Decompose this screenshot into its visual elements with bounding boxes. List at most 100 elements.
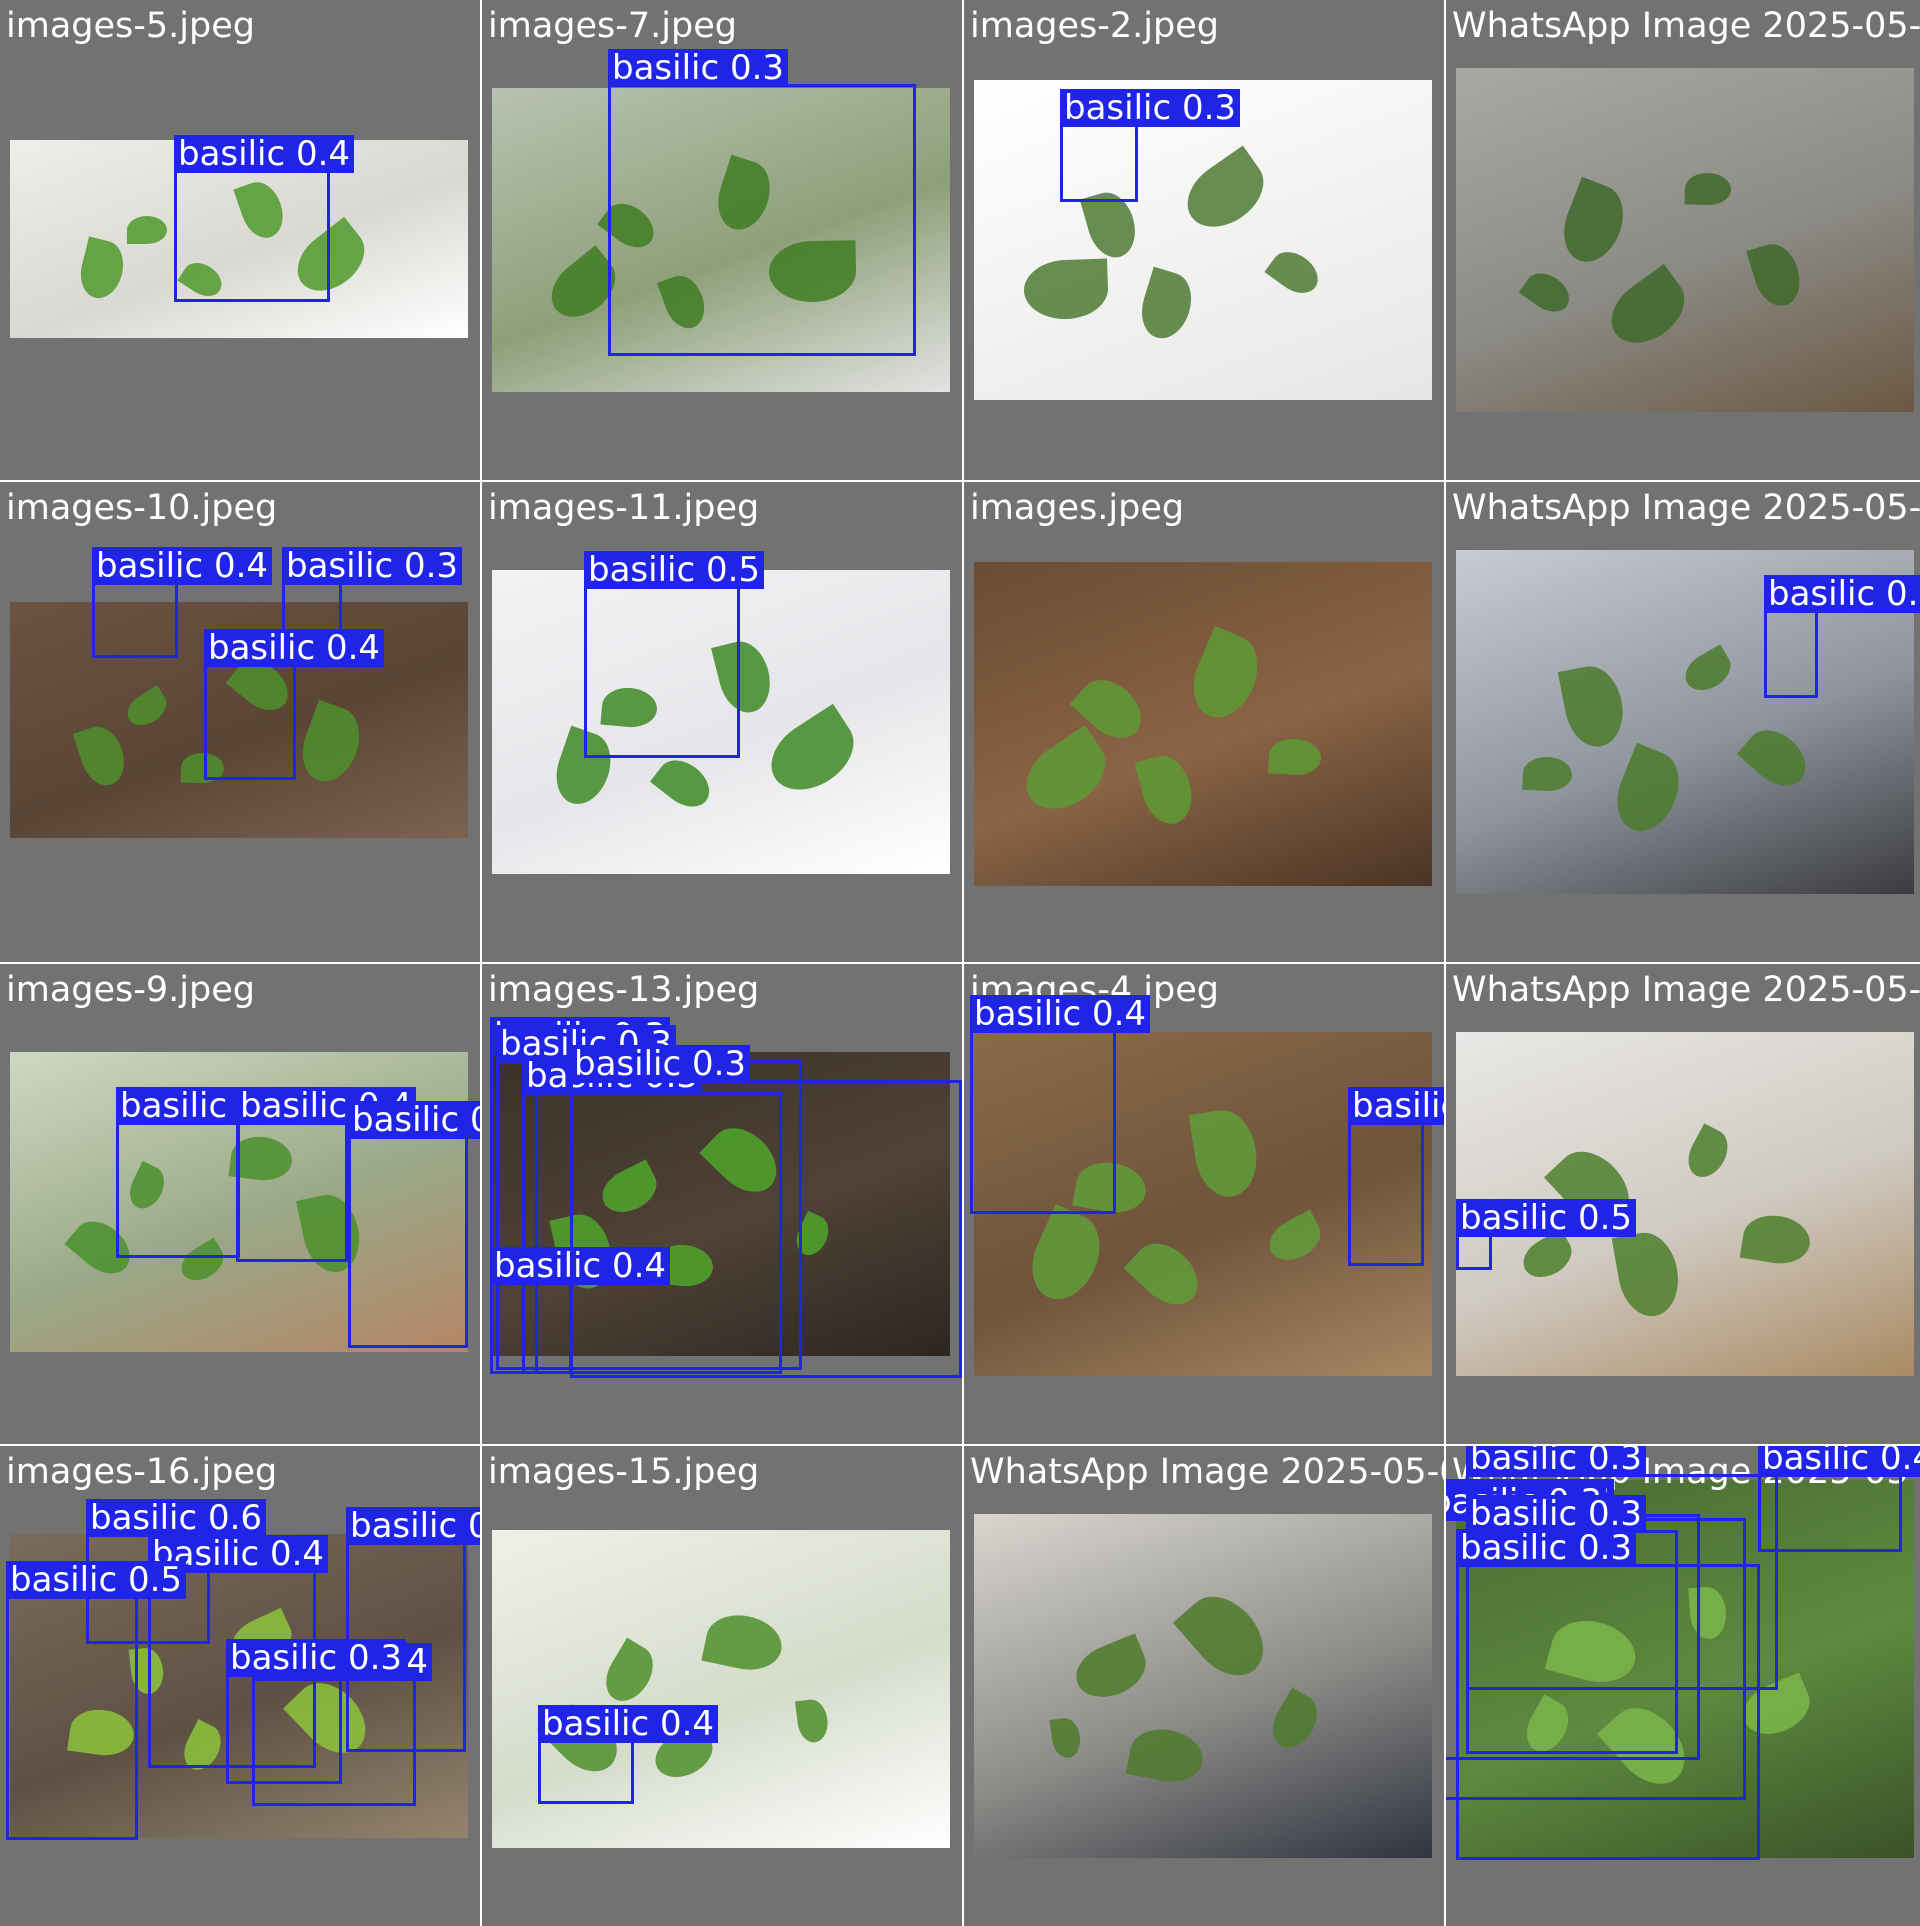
detection-label: basilic 0.4: [1758, 1446, 1920, 1477]
image-tile[interactable]: images-13.jpeg basilic 0.3 basilic 0.3 basi…: [482, 964, 962, 1444]
image-filename: images-10.jpeg: [6, 488, 278, 528]
detection-box[interactable]: basilic 0.4: [116, 1087, 297, 1258]
leaf-shape: [1557, 661, 1630, 752]
leaf-shape: [1264, 243, 1326, 302]
leaf-shape: [1518, 265, 1577, 320]
photo-thumbnail: [974, 1514, 1432, 1858]
image-filename: images-15.jpeg: [488, 1452, 760, 1492]
image-filename: images-16.jpeg: [6, 1452, 278, 1492]
leaf-shape: [1522, 755, 1573, 793]
image-tile[interactable]: images-2.jpeg basilic 0.3: [964, 0, 1444, 480]
detection-box[interactable]: basilic 0.4: [174, 135, 355, 302]
leaf-shape: [596, 1637, 663, 1710]
image-filename: images-9.jpeg: [6, 970, 255, 1010]
detection-label: basilic 0.5: [584, 551, 765, 589]
photo-thumbnail: [974, 80, 1432, 400]
image-filename: WhatsApp Image 2025-05-0: [1452, 6, 1920, 46]
leaf-shape: [794, 1697, 831, 1745]
leaf-shape: [127, 216, 167, 244]
image-filename: images-11.jpeg: [488, 488, 760, 528]
leaf-shape: [1022, 258, 1110, 321]
image-filename: images-13.jpeg: [488, 970, 760, 1010]
image-filename: images-2.jpeg: [970, 6, 1219, 46]
detection-box[interactable]: basilic 0.6: [348, 1101, 480, 1348]
detection-box[interactable]: basilic 0.4: [1758, 1446, 1920, 1552]
leaf-shape: [1049, 1716, 1083, 1760]
detection-label: basilic 0.4: [346, 1507, 480, 1545]
leaf-shape: [1188, 1105, 1263, 1202]
leaf-shape: [758, 703, 867, 805]
detection-box[interactable]: basilic 0.3: [570, 1045, 962, 1378]
leaf-shape: [1599, 263, 1697, 357]
leaf-shape: [1068, 1633, 1154, 1707]
detection-label: basilic 0.3: [1456, 1529, 1637, 1567]
leaf-shape: [1746, 238, 1807, 312]
leaf-shape: [1267, 737, 1323, 777]
image-tile[interactable]: WhatsApp Image 2025-05-0 basilic 0.5: [1446, 964, 1920, 1444]
image-filename: WhatsApp Image 2025-05-0: [970, 1452, 1444, 1492]
image-tile[interactable]: images-4.jpegbasilic 0.4basilic 0.4: [964, 964, 1444, 1444]
detection-box[interactable]: basilic 0.3: [608, 49, 916, 356]
leaf-shape: [1684, 172, 1732, 206]
image-tile[interactable]: WhatsApp Image 2025-05-0 basilic 0.6: [1446, 482, 1920, 962]
image-tile[interactable]: WhatsApp Image 2025-05-0 basilic 0.3 basil…: [1446, 1446, 1920, 1926]
leaf-shape: [1013, 725, 1119, 823]
leaf-shape: [1019, 1204, 1113, 1310]
image-tile[interactable]: images-15.jpeg basilic 0.4: [482, 1446, 962, 1926]
detection-box[interactable]: basilic 0.4: [92, 547, 273, 658]
leaf-shape: [1181, 625, 1270, 728]
photo-thumbnail: [1456, 68, 1914, 412]
image-tile[interactable]: images-5.jpeg basilic 0.4: [0, 0, 480, 480]
detection-box[interactable]: basilic 0.5: [1456, 1199, 1637, 1270]
image-tile[interactable]: WhatsApp Image 2025-05-0: [1446, 0, 1920, 480]
detection-box[interactable]: basilic 0.4: [236, 1087, 417, 1262]
detection-box[interactable]: basilic 0.3: [226, 1639, 407, 1784]
detection-box[interactable]: basilic 0.5: [584, 551, 765, 758]
leaf-shape: [649, 750, 719, 817]
image-tile[interactable]: images-11.jpeg basilic 0.5: [482, 482, 962, 962]
detection-box[interactable]: basilic 0.4: [970, 995, 1151, 1214]
image-tile[interactable]: WhatsApp Image 2025-05-0: [964, 1446, 1444, 1926]
detection-box[interactable]: basilic 0.4: [490, 1247, 671, 1374]
image-filename: WhatsApp Image 2025-05-0: [1452, 488, 1920, 528]
detection-label: basilic 0.4: [1348, 1087, 1444, 1125]
detection-box[interactable]: basilic 0.4: [538, 1705, 719, 1804]
leaf-shape: [1264, 1687, 1326, 1756]
image-filename: images.jpeg: [970, 488, 1185, 528]
detection-box[interactable]: basilic 0.4: [204, 629, 385, 780]
detection-label: basilic 0.4: [970, 995, 1151, 1033]
image-grid: images-5.jpeg basilic 0.4 images-7.jpeg bas…: [0, 0, 1920, 1926]
leaf-shape: [293, 699, 369, 790]
image-tile[interactable]: images-10.jpeg basilic 0.4 basilic 0.3 basi…: [0, 482, 480, 962]
detection-box[interactable]: basilic 0.6: [1764, 575, 1920, 698]
image-tile[interactable]: images-7.jpeg basilic 0.3: [482, 0, 962, 480]
leaf-shape: [1134, 266, 1199, 345]
leaf-shape: [1611, 1228, 1685, 1321]
leaf-shape: [1606, 742, 1690, 841]
leaf-shape: [1134, 750, 1199, 830]
image-tile[interactable]: images-9.jpeg basilic 0.4 basilic 0.4 basil…: [0, 964, 480, 1444]
detection-label: basilic 0.4: [490, 1247, 671, 1285]
leaf-shape: [1174, 145, 1277, 241]
image-filename: images-7.jpeg: [488, 6, 737, 46]
detection-label: basilic 0.4: [92, 547, 273, 585]
detection-box[interactable]: basilic 0.3: [1060, 89, 1241, 202]
leaf-shape: [1680, 1123, 1736, 1184]
detection-label: basilic 0.4: [204, 629, 385, 667]
detection-label: basilic 0.4: [538, 1705, 719, 1743]
detection-label: basilic 0.5: [1456, 1199, 1637, 1237]
leaf-shape: [1123, 1231, 1210, 1317]
leaf-shape: [1553, 176, 1634, 271]
leaf-shape: [701, 1608, 787, 1677]
leaf-shape: [121, 685, 173, 732]
detection-label: basilic 0.3: [226, 1639, 407, 1677]
detection-box[interactable]: basilic 0.5: [6, 1561, 187, 1840]
detection-label: basilic 0.3: [282, 547, 463, 585]
detection-box[interactable]: basilic 0.4: [1348, 1087, 1444, 1266]
image-tile[interactable]: images.jpeg: [964, 482, 1444, 962]
image-tile[interactable]: images-16.jpeg basilic 0.6 basilic 0.4 basi…: [0, 1446, 480, 1926]
leaf-shape: [1739, 1211, 1814, 1268]
detection-label: basilic 0.4: [174, 135, 355, 173]
detection-box[interactable]: basilic 0.3: [1456, 1529, 1760, 1860]
leaf-shape: [1262, 1209, 1328, 1269]
